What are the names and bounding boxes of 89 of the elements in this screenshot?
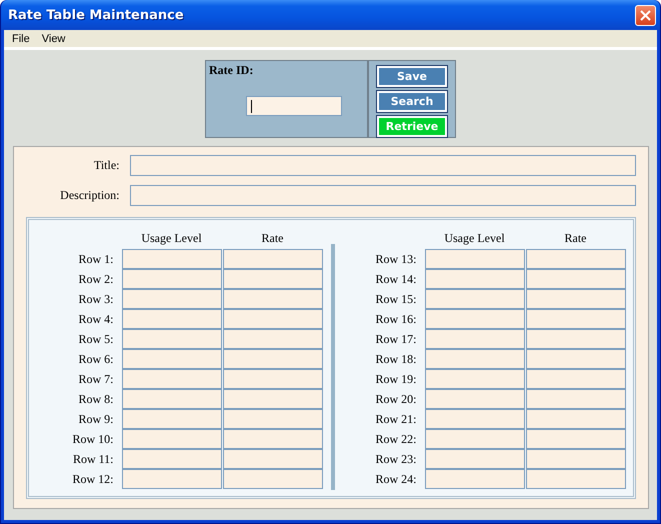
rate-input[interactable]	[526, 269, 626, 289]
rate-input[interactable]	[222, 329, 322, 349]
rate-input[interactable]	[526, 389, 626, 409]
rate-input[interactable]	[526, 289, 626, 309]
row-label: Row 1:	[77, 251, 114, 268]
rate-id-label: Rate ID:	[209, 63, 254, 78]
usage-level-input[interactable]	[122, 409, 222, 429]
row-label: Row 10:	[71, 431, 114, 448]
rate-input[interactable]	[222, 389, 322, 409]
menu-item[interactable]: File	[6, 32, 36, 44]
usage-level-input[interactable]	[122, 449, 222, 469]
column-header: Usage Level	[443, 230, 506, 247]
usage-level-input[interactable]	[424, 289, 524, 309]
rate-input[interactable]	[222, 269, 322, 289]
usage-level-input[interactable]	[122, 329, 222, 349]
row-label: Row 22:	[374, 431, 418, 448]
text-field[interactable]	[130, 185, 636, 206]
rate-input[interactable]	[222, 309, 322, 329]
field-label: Description:	[59, 188, 120, 203]
close-button[interactable]	[635, 4, 656, 26]
row-label: Row 13:	[374, 251, 418, 268]
usage-level-input[interactable]	[424, 269, 524, 289]
action-button[interactable]: Search	[377, 91, 447, 112]
rate-input[interactable]	[526, 309, 626, 329]
column-header: Rate	[564, 230, 588, 247]
rate-input[interactable]	[222, 469, 322, 489]
field-label: Title:	[92, 158, 120, 173]
usage-level-input[interactable]	[122, 369, 222, 389]
row-label: Row 19:	[374, 371, 418, 388]
rate-input[interactable]	[526, 409, 626, 429]
close-icon	[640, 10, 651, 20]
usage-level-input[interactable]	[424, 369, 524, 389]
row-label: Row 6:	[77, 351, 114, 368]
rate-id-input[interactable]	[246, 96, 342, 116]
rate-input[interactable]	[222, 249, 322, 269]
row-label: Row 20:	[374, 391, 418, 408]
rate-input[interactable]	[526, 329, 626, 349]
usage-level-input[interactable]	[122, 429, 222, 449]
row-label: Row 23:	[374, 451, 418, 468]
action-button[interactable]: Save	[377, 66, 447, 87]
row-label: Row 3:	[77, 291, 114, 308]
usage-level-input[interactable]	[424, 349, 524, 369]
window-title: Rate Table Maintenance	[8, 8, 184, 22]
usage-level-input[interactable]	[122, 269, 222, 289]
usage-level-input[interactable]	[122, 289, 222, 309]
rate-input[interactable]	[222, 429, 322, 449]
rate-input[interactable]	[526, 449, 626, 469]
column-header: Usage Level	[140, 230, 203, 247]
rate-input[interactable]	[526, 249, 626, 269]
usage-level-input[interactable]	[424, 409, 524, 429]
rate-input[interactable]	[222, 369, 322, 389]
row-label: Row 18:	[374, 351, 418, 368]
rate-input[interactable]	[222, 349, 322, 369]
row-label: Row 14:	[374, 271, 418, 288]
usage-level-input[interactable]	[424, 429, 524, 449]
usage-level-input[interactable]	[122, 389, 222, 409]
row-label: Row 2:	[77, 271, 114, 288]
row-label: Row 15:	[374, 291, 418, 308]
row-label: Row 21:	[374, 411, 418, 428]
usage-level-input[interactable]	[424, 249, 524, 269]
row-label: Row 12:	[71, 471, 114, 488]
column-header: Rate	[260, 230, 284, 247]
rate-input[interactable]	[222, 289, 322, 309]
row-label: Row 8:	[77, 391, 114, 408]
rate-input[interactable]	[526, 469, 626, 489]
rate-input[interactable]	[526, 349, 626, 369]
row-label: Row 5:	[77, 331, 114, 348]
usage-level-input[interactable]	[424, 449, 524, 469]
rate-input[interactable]	[222, 409, 322, 429]
usage-level-input[interactable]	[424, 469, 524, 489]
rate-input[interactable]	[526, 429, 626, 449]
rate-input[interactable]	[526, 369, 626, 389]
usage-level-input[interactable]	[122, 349, 222, 369]
text-field[interactable]	[130, 155, 636, 176]
row-label: Row 24:	[374, 471, 418, 488]
usage-level-input[interactable]	[424, 309, 524, 329]
row-label: Row 9:	[77, 411, 114, 428]
row-label: Row 11:	[72, 451, 114, 468]
row-label: Row 16:	[374, 311, 418, 328]
usage-level-input[interactable]	[122, 469, 222, 489]
usage-level-input[interactable]	[424, 329, 524, 349]
usage-level-input[interactable]	[122, 249, 222, 269]
row-label: Row 17:	[374, 331, 418, 348]
usage-level-input[interactable]	[122, 309, 222, 329]
menu-item[interactable]: View	[36, 32, 72, 44]
rate-input[interactable]	[222, 449, 322, 469]
usage-level-input[interactable]	[424, 389, 524, 409]
row-label: Row 7:	[77, 371, 114, 388]
row-label: Row 4:	[77, 311, 114, 328]
